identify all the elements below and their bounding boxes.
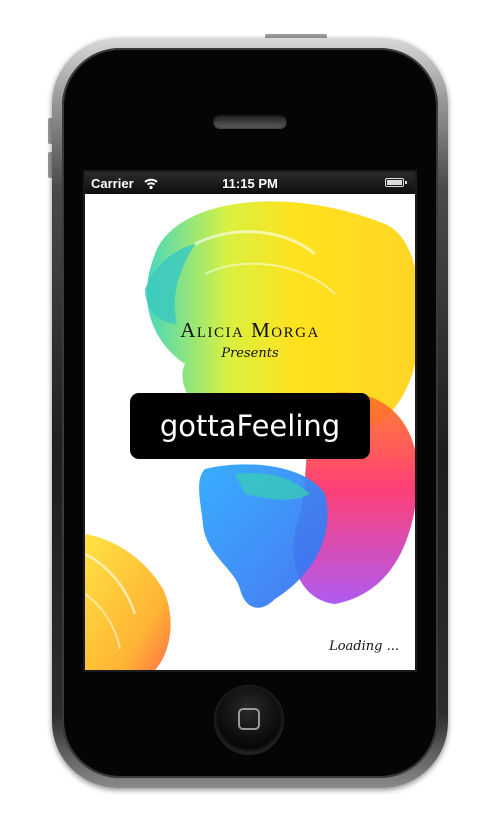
phone-screen: Carrier 11:15 PM Alicia Morga Presents g…	[85, 172, 415, 670]
status-bar: Carrier 11:15 PM	[85, 172, 415, 194]
home-square-icon	[238, 708, 260, 730]
presents-label: Presents	[221, 346, 279, 361]
battery-icon	[385, 178, 407, 187]
earpiece-speaker	[213, 114, 287, 128]
presenter-name: Alicia Morga	[180, 318, 320, 342]
app-title-box: gottaFeeling	[130, 393, 370, 459]
loading-label: Loading ...	[329, 639, 399, 654]
app-title: gottaFeeling	[159, 409, 341, 443]
status-time: 11:15 PM	[222, 176, 278, 191]
